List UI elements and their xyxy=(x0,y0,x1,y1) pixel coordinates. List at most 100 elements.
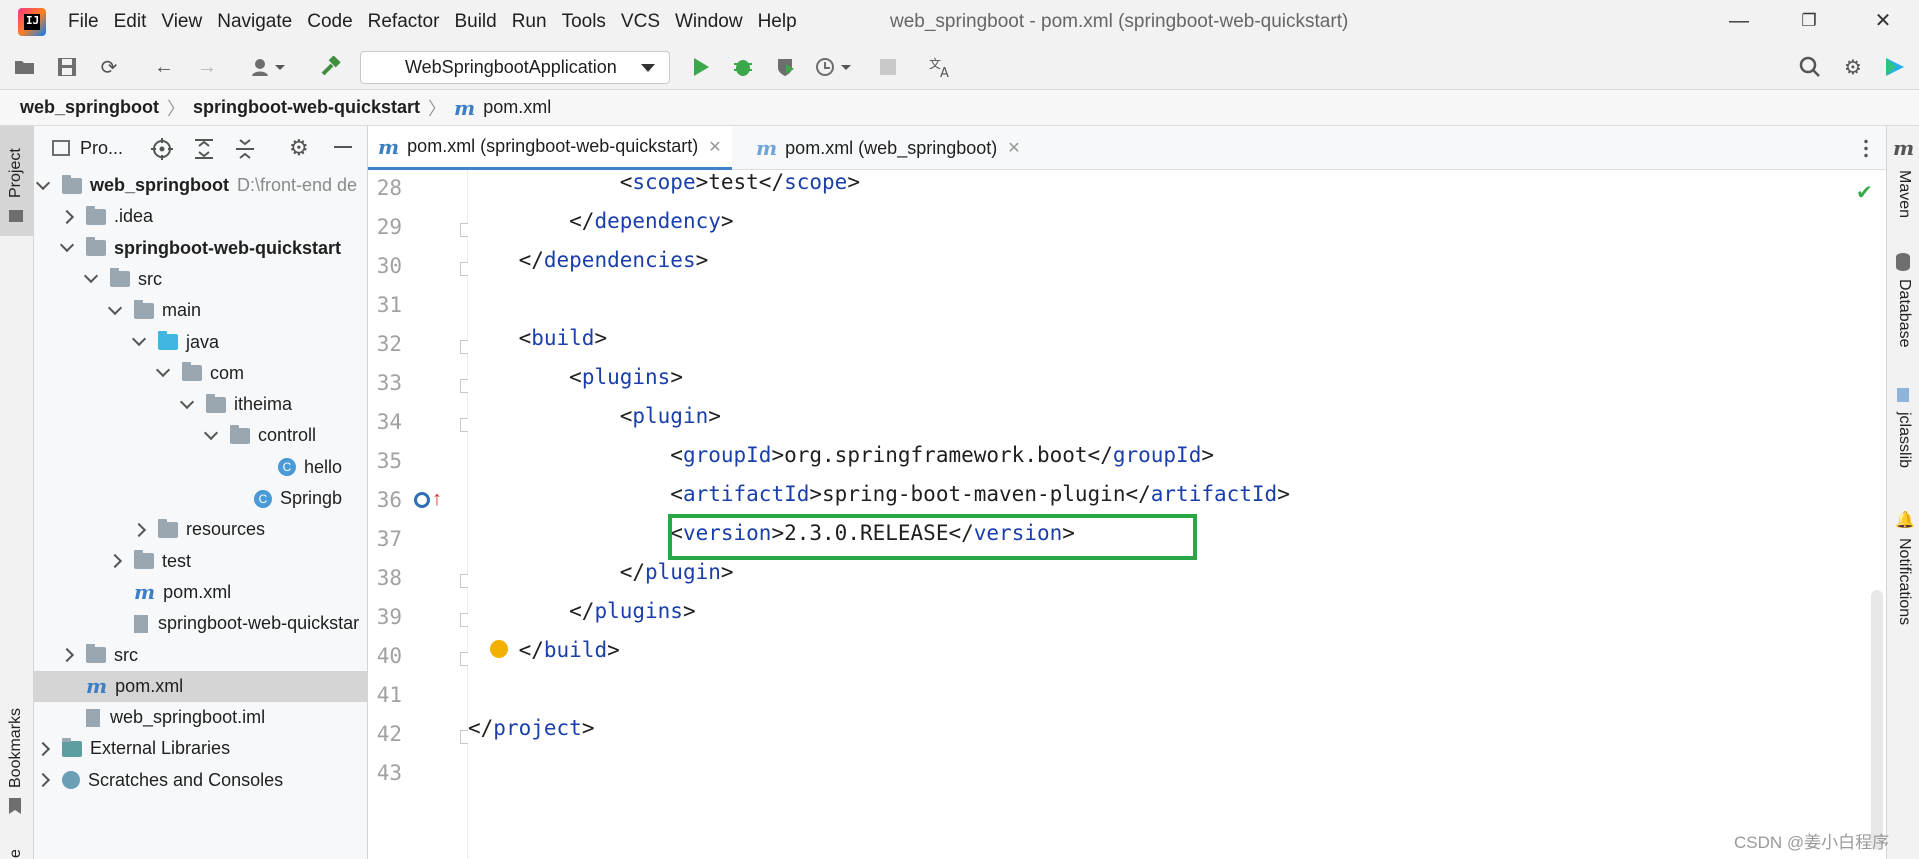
project-view-select[interactable]: Pro... xyxy=(80,138,123,159)
chevron-right-icon[interactable] xyxy=(35,741,51,756)
stop-icon[interactable] xyxy=(875,54,901,80)
jclasslib-tool-button[interactable]: jclasslib xyxy=(1887,386,1919,496)
translate-icon[interactable]: 文A xyxy=(928,54,954,80)
menu-item-help[interactable]: Help xyxy=(758,11,797,33)
chevron-down-icon[interactable] xyxy=(35,175,51,190)
expand-all-icon[interactable] xyxy=(193,138,215,165)
locate-icon[interactable] xyxy=(151,138,173,165)
code-text: > xyxy=(581,716,595,740)
toolbox-icon[interactable] xyxy=(1882,54,1908,80)
search-icon[interactable] xyxy=(1797,54,1823,80)
hide-panel-icon[interactable] xyxy=(334,146,352,148)
open-folder-icon[interactable] xyxy=(12,54,38,80)
breadcrumb-item-root[interactable]: web_springboot xyxy=(20,97,159,118)
structure-tool-label[interactable]: e xyxy=(7,849,25,858)
settings-gear-icon[interactable]: ⚙ xyxy=(1840,54,1866,80)
tree-item[interactable]: resources xyxy=(34,514,367,545)
chevron-right-icon[interactable] xyxy=(59,209,75,224)
restore-icon[interactable]: ❐ xyxy=(1796,8,1822,34)
chevron-down-icon[interactable] xyxy=(155,363,171,378)
coverage-icon[interactable] xyxy=(773,54,799,80)
breadcrumb-separator-icon: 〉 xyxy=(167,98,185,119)
tab-pom-quickstart[interactable]: m pom.xml (springboot-web-quickstart) ✕ xyxy=(368,126,732,170)
maven-tool-button[interactable]: m Maven xyxy=(1887,136,1919,218)
chevron-down-icon[interactable] xyxy=(59,238,75,253)
breadcrumb-item-file[interactable]: pom.xml xyxy=(483,97,551,118)
override-gutter-icon[interactable] xyxy=(414,492,430,508)
xml-tag-name: groupId xyxy=(682,443,772,467)
editor-scrollbar[interactable] xyxy=(1871,590,1883,850)
xml-tag-name: scope xyxy=(784,170,848,194)
sync-icon[interactable]: ⟳ xyxy=(96,54,122,80)
breadcrumb-item-module[interactable]: springboot-web-quickstart xyxy=(193,97,420,118)
tree-item[interactable]: C Springb xyxy=(34,483,367,514)
tree-item[interactable]: m pom.xml xyxy=(34,670,367,702)
minimize-icon[interactable]: — xyxy=(1726,8,1752,34)
chevron-right-icon[interactable] xyxy=(107,554,123,569)
tree-item[interactable]: web_springboot D:\front-end de xyxy=(34,170,367,201)
tree-item[interactable]: controll xyxy=(34,420,367,451)
debug-icon[interactable] xyxy=(730,54,756,80)
tree-item[interactable]: Scratches and Consoles xyxy=(34,765,367,796)
tree-item[interactable]: itheima xyxy=(34,389,367,420)
chevron-right-icon[interactable] xyxy=(59,647,75,663)
tree-item-label: java xyxy=(186,331,220,352)
code-line: </plugins> xyxy=(468,599,696,638)
tree-item[interactable]: src xyxy=(34,264,367,295)
tree-item[interactable]: test xyxy=(34,546,367,577)
menu-item-file[interactable]: File xyxy=(68,11,99,33)
tree-item[interactable]: src xyxy=(34,640,367,671)
tree-item[interactable]: java xyxy=(34,327,367,358)
line-number: 37 xyxy=(376,527,402,551)
tree-item[interactable]: main xyxy=(34,295,367,326)
back-arrow-icon[interactable]: ← xyxy=(151,54,177,80)
menu-item-refactor[interactable]: Refactor xyxy=(368,11,440,33)
lightbulb-icon[interactable] xyxy=(490,640,508,658)
run-configuration-select[interactable]: WebSpringbootApplication xyxy=(360,51,670,84)
tree-item[interactable]: .idea xyxy=(34,201,367,232)
chevron-down-icon[interactable] xyxy=(203,425,219,440)
menu-item-view[interactable]: View xyxy=(161,11,202,33)
chevron-down-icon[interactable] xyxy=(131,331,147,347)
menu-item-run[interactable]: Run xyxy=(512,11,547,33)
bookmarks-tool-button[interactable]: Bookmarks xyxy=(0,696,33,826)
tree-item[interactable]: Chello xyxy=(34,452,367,483)
close-icon[interactable]: ✕ xyxy=(1870,8,1896,34)
notifications-tool-button[interactable]: 🔔 Notifications xyxy=(1887,510,1919,660)
menu-item-code[interactable]: Code xyxy=(307,11,352,33)
profiler-dropdown-icon[interactable] xyxy=(813,54,857,80)
chevron-down-icon[interactable] xyxy=(107,300,123,315)
menu-item-vcs[interactable]: VCS xyxy=(621,11,660,33)
menu-item-edit[interactable]: Edit xyxy=(114,11,147,33)
forward-arrow-icon[interactable]: → xyxy=(194,54,220,80)
save-icon[interactable] xyxy=(54,54,80,80)
chevron-down-icon[interactable] xyxy=(83,269,99,284)
database-tool-button[interactable]: Database xyxy=(1887,251,1919,361)
tree-item[interactable]: m pom.xml xyxy=(34,577,367,608)
menu-item-navigate[interactable]: Navigate xyxy=(217,11,292,33)
build-hammer-icon[interactable] xyxy=(318,54,344,80)
project-tool-button[interactable]: Project xyxy=(0,126,33,236)
menu-item-build[interactable]: Build xyxy=(454,11,496,33)
tree-item[interactable]: web_springboot.iml xyxy=(34,702,367,733)
tab-pom-root[interactable]: m pom.xml (web_springboot) ✕ xyxy=(746,126,1031,170)
collapse-all-icon[interactable] xyxy=(234,138,256,165)
close-tab-icon[interactable]: ✕ xyxy=(1007,138,1020,158)
chevron-down-icon[interactable] xyxy=(179,394,195,409)
chevron-right-icon[interactable] xyxy=(131,522,147,537)
user-dropdown-icon[interactable] xyxy=(248,54,288,80)
menu-item-window[interactable]: Window xyxy=(675,11,743,33)
gear-icon[interactable]: ⚙ xyxy=(289,135,309,161)
more-tabs-icon[interactable] xyxy=(1864,138,1868,158)
code-line: </dependencies> xyxy=(468,248,709,287)
menu-item-tools[interactable]: Tools xyxy=(562,11,606,33)
tree-item[interactable]: springboot-web-quickstart xyxy=(34,233,367,264)
tree-item[interactable]: External Libraries xyxy=(34,733,367,764)
close-tab-icon[interactable]: ✕ xyxy=(708,137,721,157)
code-text: > xyxy=(682,599,696,623)
tree-item-label: src xyxy=(114,644,138,665)
tree-item[interactable]: springboot-web-quickstar xyxy=(34,608,367,639)
run-icon[interactable] xyxy=(688,54,714,80)
tree-item[interactable]: com xyxy=(34,358,367,389)
chevron-right-icon[interactable] xyxy=(35,773,51,788)
